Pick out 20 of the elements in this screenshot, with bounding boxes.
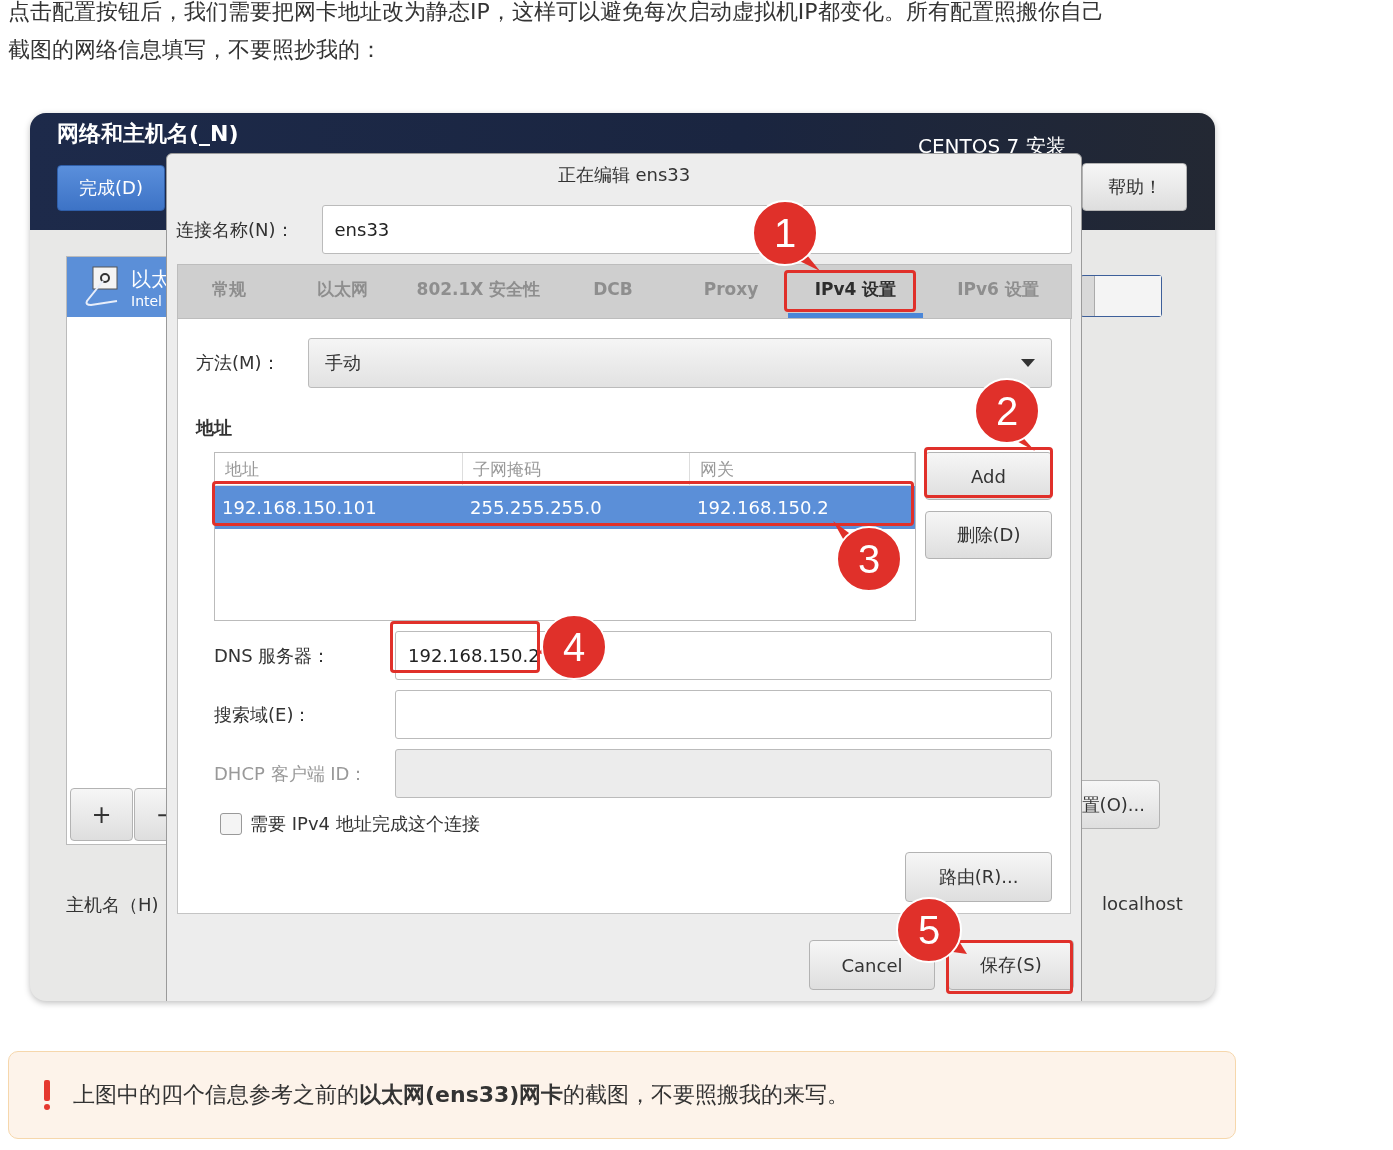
field-label: DHCP 客户端 ID： bbox=[214, 761, 369, 786]
hostname-value: localhost bbox=[1102, 893, 1183, 914]
method-value: 手动 bbox=[324, 351, 361, 375]
column-header: 子网掩码 bbox=[463, 453, 690, 485]
notice-text: 上图中的四个信息参考之前的以太网(ens33)网卡的截图，不要照搬我的来写。 bbox=[73, 1081, 850, 1109]
dialog-title: 正在编辑 ens33 bbox=[557, 163, 691, 187]
hostname-label: 主机名（H) bbox=[66, 893, 159, 917]
device-detail: Intel bbox=[131, 292, 163, 309]
intro-paragraph: 点击配置按钮后，我们需要把网卡地址改为静态IP，这样可以避免每次启动虚拟机IP都变化。所有配置照搬你自己截图的网络信息填写，不要照抄我的： bbox=[8, 0, 1105, 64]
column-header: 网关 bbox=[690, 453, 915, 485]
method-label: 方法(M)： bbox=[196, 351, 280, 375]
table-cell-text: 255.255.255.0 bbox=[469, 496, 603, 520]
checkbox-label: 需要 IPv4 地址完成这个连接 bbox=[250, 812, 480, 836]
connection-name-label: 连接名称(N)： bbox=[176, 217, 294, 242]
column-header: 地址 bbox=[215, 453, 463, 485]
screen-title: 网络和主机名(_N) bbox=[57, 120, 239, 148]
field-label: 搜索域(E)： bbox=[214, 702, 313, 727]
address-heading: 地址 bbox=[196, 416, 233, 440]
field-label: DNS 服务器： bbox=[214, 643, 332, 668]
table-cell-text: 192.168.150.101 bbox=[221, 496, 378, 520]
